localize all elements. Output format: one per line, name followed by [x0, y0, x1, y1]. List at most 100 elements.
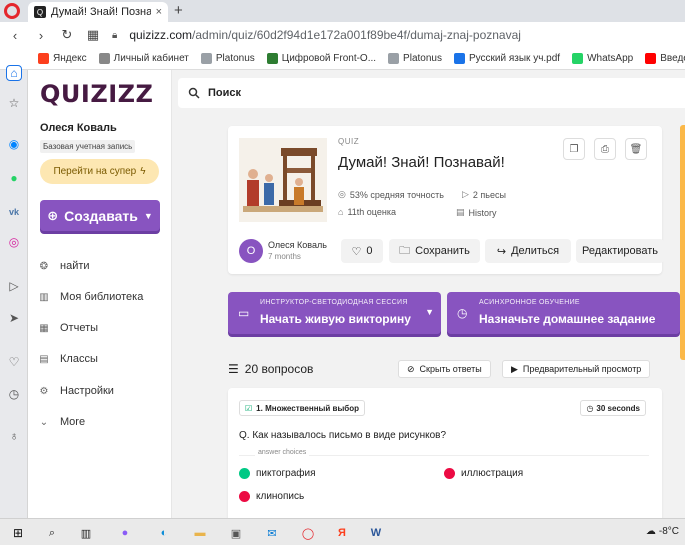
- upgrade-button[interactable]: Перейти на супер ϟ: [40, 159, 159, 184]
- author-name[interactable]: Олеся Коваль: [268, 240, 327, 250]
- opera-icon[interactable]: ◯: [300, 525, 316, 541]
- search-input[interactable]: Поиск: [178, 78, 685, 108]
- plays-meta: ▷ 2 пьесы: [462, 189, 506, 200]
- task-view-icon[interactable]: ▥: [78, 525, 94, 541]
- vk-icon[interactable]: vk: [6, 204, 22, 220]
- bookmark-item[interactable]: Русский язык уч.pdf: [453, 53, 560, 64]
- quizizz-logo[interactable]: QUIZIZZ: [40, 80, 153, 108]
- bookmark-label: Яндекс: [53, 53, 87, 64]
- like-button[interactable]: ♡ 0: [341, 239, 383, 263]
- like-count: 0: [366, 245, 373, 257]
- sidebar-nav-item[interactable]: ⚙ Настройки: [38, 385, 114, 397]
- search-icon[interactable]: ⌕: [44, 525, 60, 541]
- created-ago: 7 months: [268, 252, 301, 261]
- sidebar-nav-label: найти: [60, 260, 90, 272]
- heart-icon: ♡: [351, 245, 362, 258]
- store-icon[interactable]: ▣: [228, 525, 244, 541]
- bookmark-favicon-icon: [98, 53, 110, 64]
- start-live-quiz-button[interactable]: ▭ ИНСТРУКТОР-СВЕТОДИОДНАЯ СЕССИЯ Начать …: [228, 292, 441, 334]
- send-icon[interactable]: ➤: [6, 310, 22, 326]
- speed-dial-icon[interactable]: ▦: [86, 27, 100, 43]
- opera-logo-icon[interactable]: [4, 3, 20, 19]
- back-icon[interactable]: ‹: [8, 28, 22, 43]
- bookmark-item[interactable]: Platonus: [200, 53, 255, 64]
- accuracy-meta: ◎ 53% средняя точность: [338, 189, 444, 200]
- bookmark-favicon-icon: [200, 53, 212, 64]
- word-icon[interactable]: W: [368, 525, 384, 541]
- whatsapp-icon[interactable]: ●: [6, 170, 22, 186]
- lightbulb-icon[interactable]: ♁: [6, 428, 22, 444]
- print-button[interactable]: ⎙: [594, 138, 616, 160]
- bookmark-item[interactable]: Platonus: [388, 53, 442, 64]
- sidebar-nav-item[interactable]: ▤ Классы: [38, 353, 98, 365]
- share-button[interactable]: ↪ Делиться: [485, 239, 571, 263]
- answer-option-label: пиктография: [256, 468, 316, 479]
- accuracy-text: 53% средняя точность: [349, 189, 444, 200]
- sidebar-nav-item[interactable]: ⌄ More: [38, 416, 85, 428]
- library-icon: ▥: [39, 291, 49, 303]
- book-icon: ▤: [456, 207, 465, 217]
- subject-text: History: [468, 207, 497, 218]
- weather-widget[interactable]: ☁ -8°C: [646, 526, 679, 537]
- duplicate-button[interactable]: ❐: [563, 138, 585, 160]
- sidebar-nav-label: Моя библиотека: [60, 291, 144, 303]
- plays-text: 2 пьесы: [472, 189, 506, 200]
- live-session-label: Начать живую викторину: [260, 312, 411, 326]
- bookmark-item[interactable]: Цифровой Front-O...: [266, 53, 376, 64]
- quiz-thumbnail: [239, 138, 327, 222]
- sidebar-nav-item[interactable]: ❂ найти: [38, 260, 90, 272]
- hide-answers-button[interactable]: ⊘ Скрыть ответы: [398, 360, 491, 378]
- folder-icon: 🗀︎: [399, 244, 411, 257]
- assign-homework-button[interactable]: ◷ АСИНХРОННОЕ ОБУЧЕНИЕ Назначьте домашне…: [447, 292, 680, 334]
- delete-button[interactable]: 🗑︎: [625, 138, 647, 160]
- yandex-icon[interactable]: Я: [334, 525, 350, 541]
- subject-meta: ▤ History: [456, 207, 497, 218]
- bookmark-item[interactable]: Яндекс: [38, 53, 87, 64]
- edit-button[interactable]: Редактировать: [576, 239, 664, 263]
- tab-close-icon[interactable]: ×: [156, 6, 162, 18]
- home-icon[interactable]: ⌂: [6, 65, 22, 81]
- heart-icon[interactable]: ♡: [6, 354, 22, 370]
- tab-title: Думай! Знай! Познавай! -: [51, 6, 151, 18]
- mail-icon[interactable]: ✉: [264, 525, 280, 541]
- player-icon[interactable]: ▷: [6, 278, 22, 294]
- bookmark-item[interactable]: Личный кабинет: [98, 53, 189, 64]
- messenger-icon[interactable]: ◉: [6, 136, 22, 152]
- quizizz-sidebar: QUIZIZZ Олеся Коваль Базовая учетная зап…: [28, 70, 172, 518]
- reload-icon[interactable]: ↻: [60, 27, 74, 43]
- sidebar-nav-item[interactable]: ▥ Моя библиотека: [38, 291, 143, 303]
- preview-button[interactable]: ▶ Предварительный просмотр: [502, 360, 651, 378]
- star-icon[interactable]: ☆: [6, 95, 22, 111]
- side-panel-edge[interactable]: [680, 125, 685, 360]
- sidebar-nav-label: Настройки: [60, 385, 114, 397]
- question-text: Q. Как называлось письмо в виде рисунков…: [239, 430, 447, 441]
- save-button[interactable]: 🗀︎ Сохранить: [389, 239, 480, 263]
- file-explorer-icon[interactable]: ▬: [192, 525, 208, 541]
- edge-icon[interactable]: ◐: [156, 525, 172, 541]
- hide-answers-label: Скрыть ответы: [419, 364, 482, 374]
- bookmark-item[interactable]: WhatsApp: [572, 53, 633, 64]
- browser-tab[interactable]: Q Думай! Знай! Познавай! - ×: [28, 2, 168, 22]
- url-field[interactable]: quizizz.com/admin/quiz/60d2f94d1e172a001…: [129, 28, 521, 42]
- lock-icon[interactable]: 🔒︎: [112, 30, 117, 41]
- forward-icon[interactable]: ›: [34, 28, 48, 43]
- windows-start-icon[interactable]: ⊞: [10, 525, 26, 541]
- bookmark-label: Platonus: [215, 53, 255, 64]
- search-icon: [188, 87, 200, 99]
- history-icon[interactable]: ◷: [6, 386, 22, 402]
- alice-icon[interactable]: ●: [117, 525, 133, 541]
- caret-down-icon[interactable]: ▼: [425, 307, 434, 317]
- question-count-label: 20 вопросов: [244, 362, 314, 376]
- author-avatar[interactable]: О: [239, 239, 263, 263]
- bookmark-favicon-icon: [572, 53, 584, 64]
- bookmark-item[interactable]: Введение в языкоз...: [645, 53, 685, 64]
- list-icon: ☰: [228, 362, 239, 376]
- bookmark-label: Личный кабинет: [113, 53, 189, 64]
- search-area: Поиск: [172, 70, 685, 116]
- instagram-icon[interactable]: ◎: [6, 234, 22, 250]
- sidebar-nav-label: Отчеты: [60, 322, 99, 334]
- sidebar-nav-item[interactable]: ▦ Отчеты: [38, 322, 98, 334]
- plus-circle-icon: ⊕: [47, 207, 59, 223]
- create-button[interactable]: ⊕ Создавать ▼: [40, 200, 160, 231]
- new-tab-button[interactable]: +: [174, 2, 183, 19]
